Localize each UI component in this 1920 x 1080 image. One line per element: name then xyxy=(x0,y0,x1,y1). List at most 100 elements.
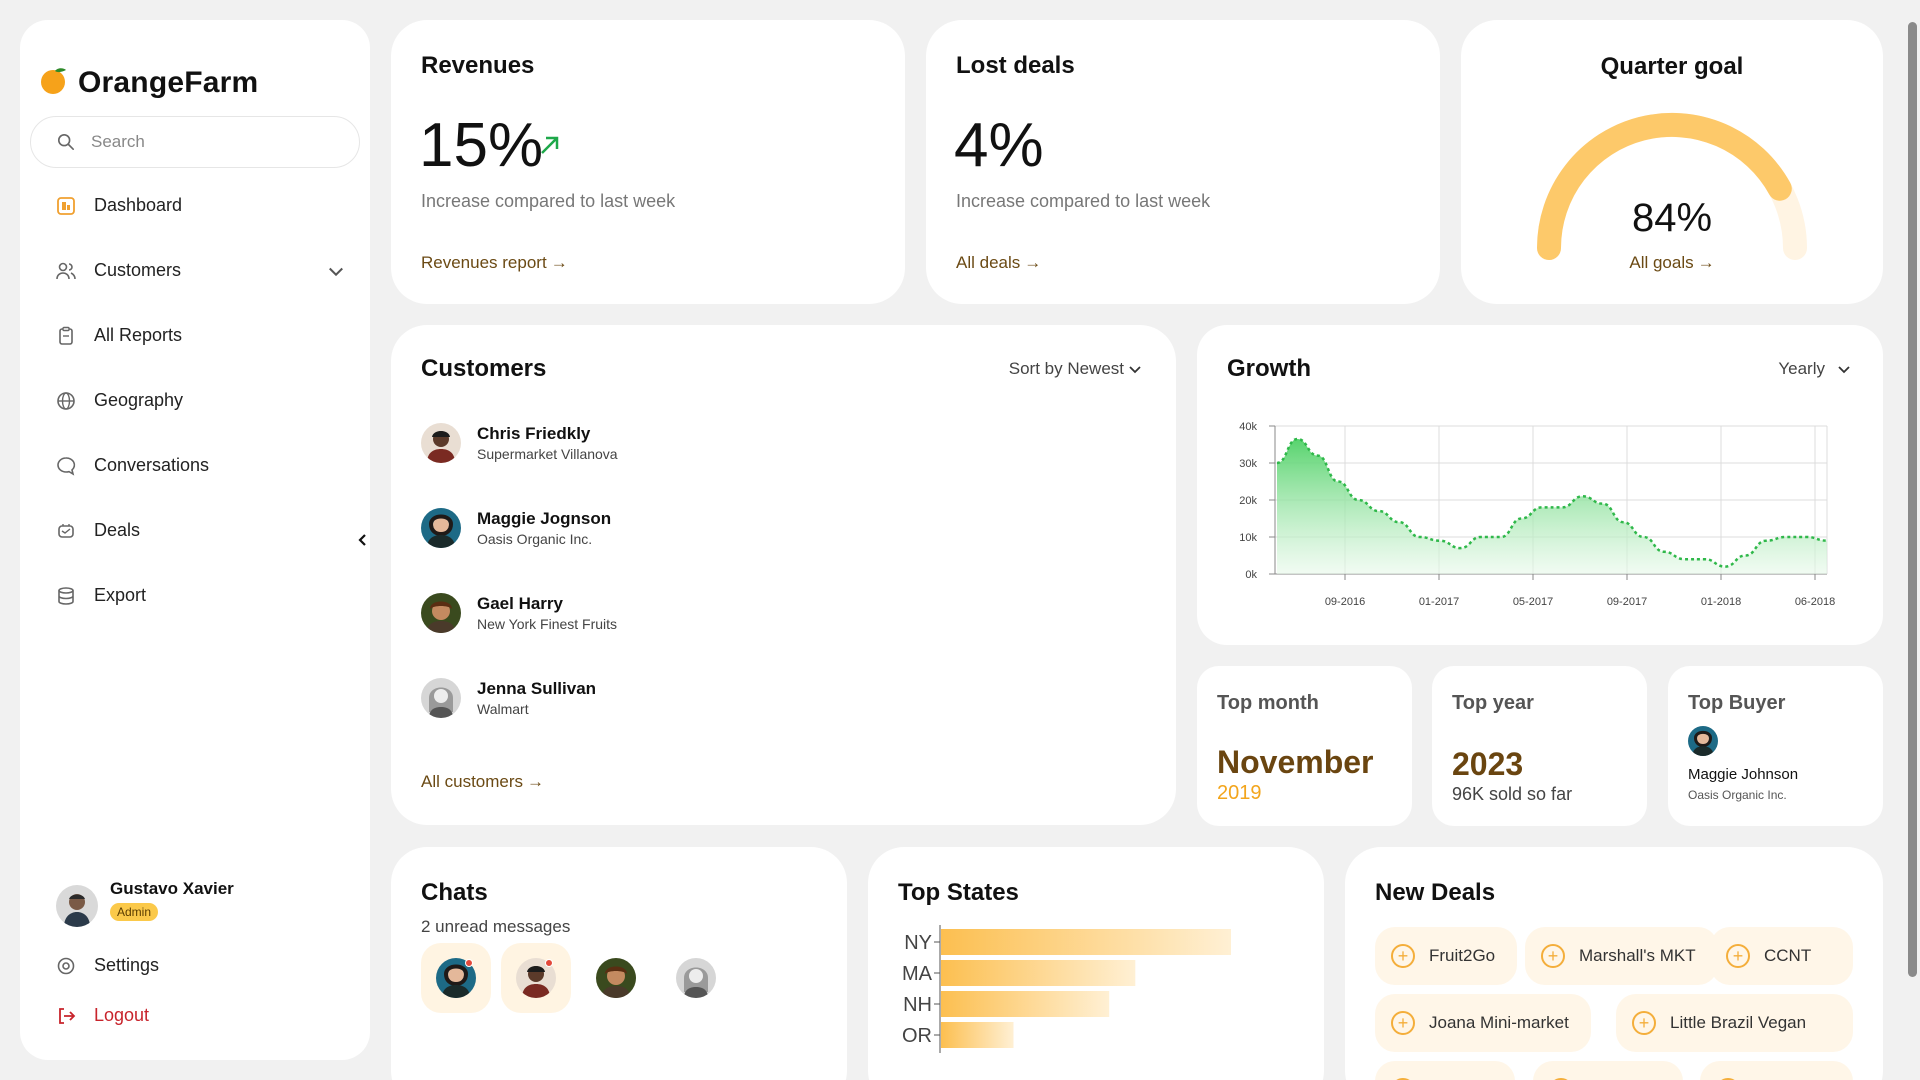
plus-icon: + xyxy=(1391,944,1415,968)
user-profile[interactable]: Gustavo Xavier Admin xyxy=(56,879,234,927)
chat-avatar[interactable] xyxy=(581,943,651,1013)
customers-card: Customers Sort by Newest Chris Friedkly … xyxy=(391,325,1176,825)
deal-name: Little Brazil Vegan xyxy=(1670,1013,1807,1032)
unread-count: 2 unread messages xyxy=(421,917,571,936)
nav-item-export[interactable]: Export xyxy=(56,585,146,606)
page-scrollbar[interactable] xyxy=(1904,0,1920,1080)
settings-link[interactable]: Settings xyxy=(56,955,159,976)
avatar xyxy=(421,593,461,633)
search-icon xyxy=(57,133,75,151)
avatar xyxy=(596,958,636,998)
nav-label: Conversations xyxy=(94,455,210,475)
role-badge: Admin xyxy=(110,903,159,921)
x-tick-label: 06-2018 xyxy=(1795,596,1835,608)
logout-icon xyxy=(59,1007,76,1024)
link-label: All deals xyxy=(956,253,1021,272)
quarter-goal-value: 84% xyxy=(1631,196,1713,240)
link-label: Revenues report xyxy=(421,253,547,272)
deal-chip-partial[interactable]: + xyxy=(1375,1061,1515,1080)
link-label: All goals xyxy=(1629,253,1694,272)
top-buyer-card: Top Buyer Maggie Johnson Oasis Organic I… xyxy=(1668,666,1883,826)
x-tick-label: 01-2018 xyxy=(1701,596,1741,608)
deal-chip[interactable]: + Little Brazil Vegan xyxy=(1616,994,1853,1052)
chat-bubble-icon xyxy=(57,456,76,476)
deal-name: Marshall's MKT xyxy=(1579,946,1696,965)
sort-dropdown[interactable]: Sort by Newest xyxy=(1009,359,1142,379)
sort-label: Sort by Newest xyxy=(1008,359,1124,378)
top-year-card: Top year 2023 96K sold so far xyxy=(1432,666,1647,826)
link-label: All customers xyxy=(421,772,524,791)
state-label: NY xyxy=(904,932,932,954)
sidebar: OrangeFarm Search Dashboard Customers Al… xyxy=(20,20,370,1060)
bar xyxy=(941,1022,1014,1048)
lost-deals-card: Lost deals 4% Increase compared to last … xyxy=(926,20,1440,304)
card-title: Customers xyxy=(421,355,547,382)
scrollbar-thumb[interactable] xyxy=(1908,22,1917,977)
deal-chip[interactable]: + CCNT xyxy=(1710,927,1853,985)
list-item[interactable]: Chris Friedkly Supermarket Villanova xyxy=(421,423,618,463)
customer-company: Oasis Organic Inc. xyxy=(477,531,593,547)
avatar xyxy=(421,508,461,548)
y-tick-label: 0k xyxy=(1245,569,1257,581)
card-title: Quarter goal xyxy=(1600,53,1744,80)
customer-name: Maggie Jognson xyxy=(477,509,612,528)
all-deals-link[interactable]: All deals → xyxy=(956,253,1041,273)
bar xyxy=(941,960,1136,986)
deal-chip-partial[interactable]: + xyxy=(1533,1061,1683,1080)
users-icon xyxy=(56,262,76,279)
card-title: Revenues xyxy=(421,52,535,79)
top-buyer-company: Oasis Organic Inc. xyxy=(1688,788,1787,802)
deal-chip[interactable]: + Fruit2Go xyxy=(1375,927,1518,985)
nav-item-geography[interactable]: Geography xyxy=(56,390,183,411)
top-states-chart: NY MA NH OR xyxy=(902,925,1231,1053)
nav-item-dashboard[interactable]: Dashboard xyxy=(56,195,182,216)
customer-name: Gael Harry xyxy=(477,594,563,613)
list-item[interactable]: Jenna Sullivan Walmart xyxy=(421,678,596,718)
chevron-down-icon xyxy=(1129,366,1141,374)
nav-item-customers[interactable]: Customers xyxy=(56,260,346,281)
deal-chip-partial[interactable]: + xyxy=(1700,1061,1853,1080)
state-label: NH xyxy=(903,994,932,1016)
revenues-report-link[interactable]: Revenues report → xyxy=(421,253,568,273)
plus-icon: + xyxy=(1391,1011,1415,1035)
chat-avatar[interactable] xyxy=(661,943,731,1013)
user-name: Gustavo Xavier xyxy=(110,879,234,898)
avatar xyxy=(56,885,98,927)
state-label: MA xyxy=(902,963,933,985)
chevron-down-icon[interactable] xyxy=(326,261,346,281)
list-item[interactable]: Gael Harry New York Finest Fruits xyxy=(421,593,617,633)
list-item[interactable]: Maggie Jognson Oasis Organic Inc. xyxy=(421,508,611,548)
brand[interactable]: OrangeFarm xyxy=(40,66,258,100)
growth-card: Growth Yearly 0k 10k 20k 30k 40k 09-2016 01-20… xyxy=(1197,325,1883,645)
card-title: Top year xyxy=(1452,692,1534,714)
nav-item-all-reports[interactable]: All Reports xyxy=(56,325,182,346)
unread-dot xyxy=(545,959,553,967)
logout-link[interactable]: Logout xyxy=(56,1005,149,1026)
all-customers-link[interactable]: All customers → xyxy=(421,772,544,792)
all-goals-link[interactable]: All goals → xyxy=(1461,253,1883,273)
collapse-sidebar-button[interactable] xyxy=(350,527,376,553)
chat-avatar[interactable] xyxy=(421,943,491,1013)
deal-chip[interactable]: + Marshall's MKT xyxy=(1525,927,1718,985)
x-tick-label: 09-2016 xyxy=(1325,596,1365,608)
deal-chip[interactable]: + Joana Mini-market xyxy=(1375,994,1591,1052)
deal-name: CCNT xyxy=(1764,946,1812,965)
chat-avatar[interactable] xyxy=(501,943,571,1013)
top-month-value: November xyxy=(1217,744,1374,780)
customer-name: Chris Friedkly xyxy=(477,424,591,443)
y-tick-label: 20k xyxy=(1239,495,1257,507)
app-name: OrangeFarm xyxy=(78,66,259,99)
arrow-right-icon: → xyxy=(1697,253,1715,272)
plus-icon: + xyxy=(1726,944,1750,968)
search-input[interactable]: Search xyxy=(30,116,360,168)
bar xyxy=(941,991,1110,1017)
growth-chart: 0k 10k 20k 30k 40k 09-2016 01-2017 05-2017 09-20… xyxy=(1239,421,1835,608)
customer-company: Walmart xyxy=(477,701,529,717)
avatar xyxy=(421,678,461,718)
nav-item-conversations[interactable]: Conversations xyxy=(56,455,209,476)
nav-item-deals[interactable]: Deals xyxy=(56,520,140,541)
customer-company: Supermarket Villanova xyxy=(477,446,618,462)
handshake-icon xyxy=(58,523,74,538)
plus-icon: + xyxy=(1541,944,1565,968)
unread-dot xyxy=(465,959,473,967)
